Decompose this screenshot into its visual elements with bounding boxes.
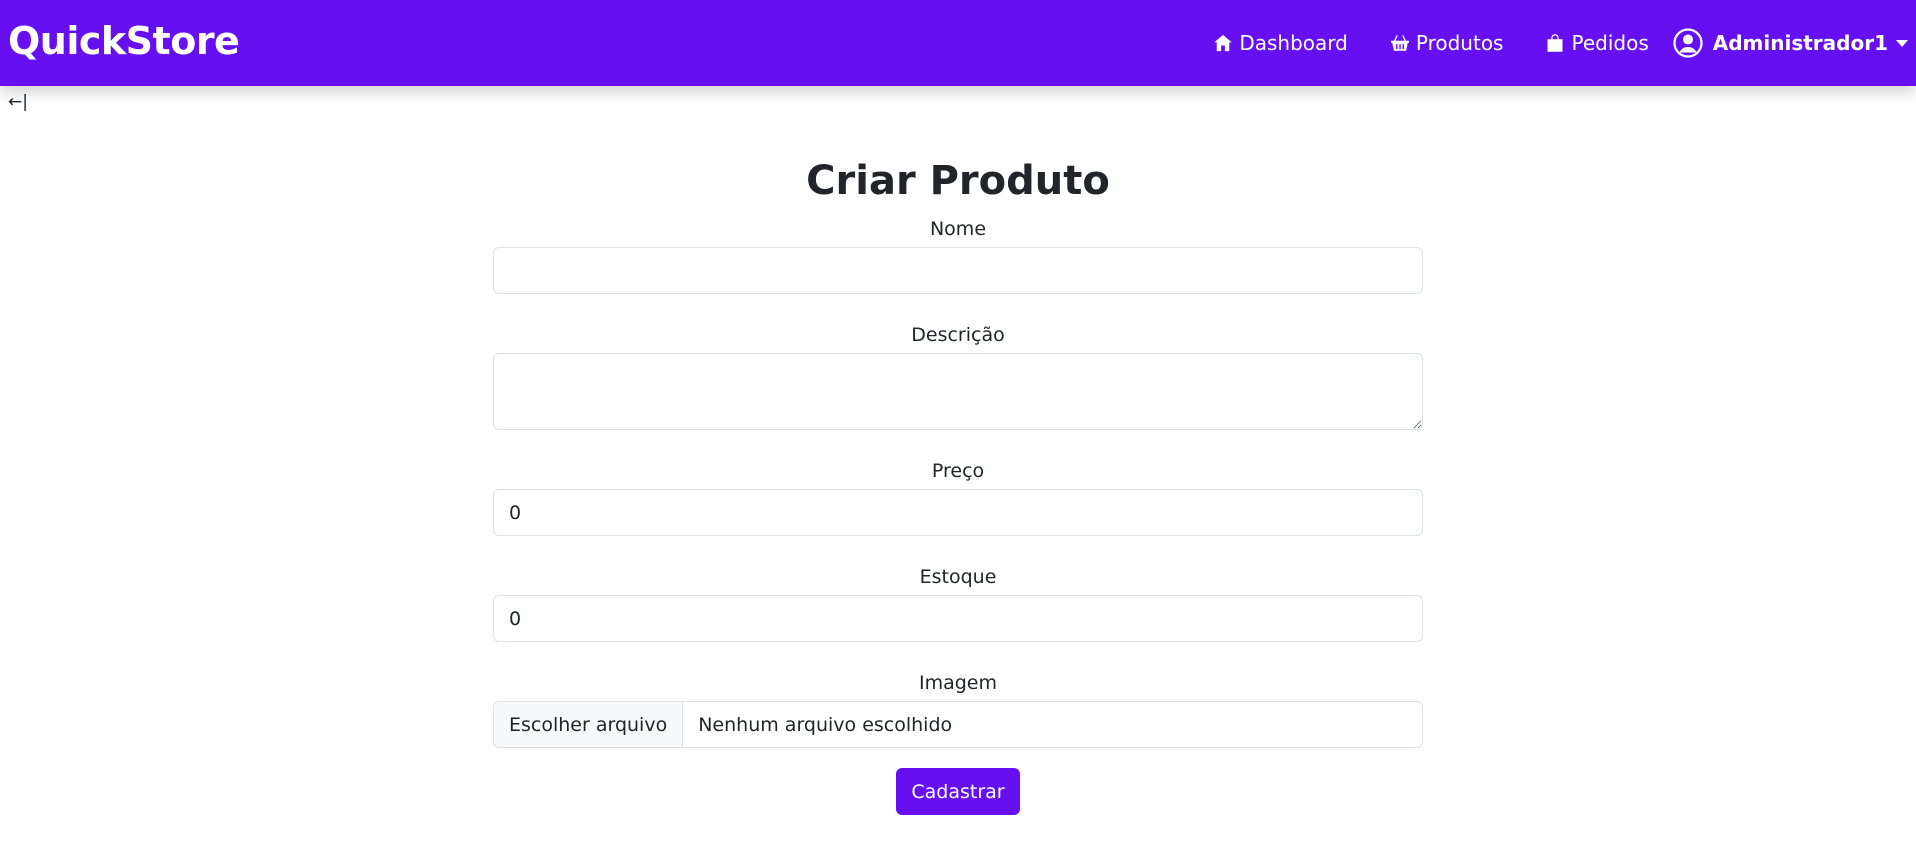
estoque-label: Estoque <box>919 566 997 588</box>
user-name: Administrador1 <box>1712 31 1888 55</box>
field-group-descricao: Descrição <box>493 318 1423 430</box>
descricao-textarea[interactable] <box>493 353 1423 430</box>
field-group-imagem: Imagem Escolher arquivo Nenhum arquivo e… <box>493 666 1423 748</box>
choose-file-button[interactable]: Escolher arquivo <box>494 702 684 747</box>
nav-link-dashboard[interactable]: Dashboard <box>1213 31 1348 55</box>
preco-input[interactable] <box>493 489 1423 536</box>
nome-input[interactable] <box>493 247 1423 294</box>
file-status-text: Nenhum arquivo escolhido <box>698 713 953 736</box>
back-link[interactable]: ←| <box>8 92 28 112</box>
house-icon <box>1213 33 1233 53</box>
imagem-file-input[interactable]: Escolher arquivo Nenhum arquivo escolhid… <box>493 701 1423 748</box>
page-title: Criar Produto <box>806 158 1110 204</box>
nav-links: Dashboard Produtos Pedidos Administrador… <box>1213 0 1916 86</box>
nav-link-label: Produtos <box>1415 31 1504 55</box>
cadastrar-button[interactable]: Cadastrar <box>896 768 1020 815</box>
imagem-label: Imagem <box>918 672 997 694</box>
nav-link-produtos[interactable]: Produtos <box>1390 31 1504 55</box>
nome-label: Nome <box>929 218 987 240</box>
estoque-input[interactable] <box>493 595 1423 642</box>
preco-label: Preço <box>931 460 985 482</box>
field-group-nome: Nome <box>493 212 1423 294</box>
bag-icon <box>1545 33 1565 53</box>
create-product-form: Criar Produto Nome Descrição Preço Estoq… <box>493 140 1423 815</box>
submit-wrap: Cadastrar <box>493 768 1423 815</box>
nav-link-label: Dashboard <box>1239 31 1348 55</box>
field-group-preco: Preço <box>493 454 1423 536</box>
descricao-label: Descrição <box>911 324 1005 346</box>
user-menu-dropdown[interactable]: Administrador1 <box>1673 28 1908 58</box>
nav-link-label: Pedidos <box>1571 31 1649 55</box>
field-group-estoque: Estoque <box>493 560 1423 642</box>
chevron-down-icon <box>1896 39 1908 47</box>
brand-logo[interactable]: QuickStore <box>8 19 240 63</box>
nav-link-pedidos[interactable]: Pedidos <box>1545 31 1649 55</box>
basket-icon <box>1390 33 1410 53</box>
user-circle-icon <box>1673 28 1703 58</box>
top-navbar: QuickStore Dashboard Produtos Pedidos Ad… <box>0 0 1916 86</box>
